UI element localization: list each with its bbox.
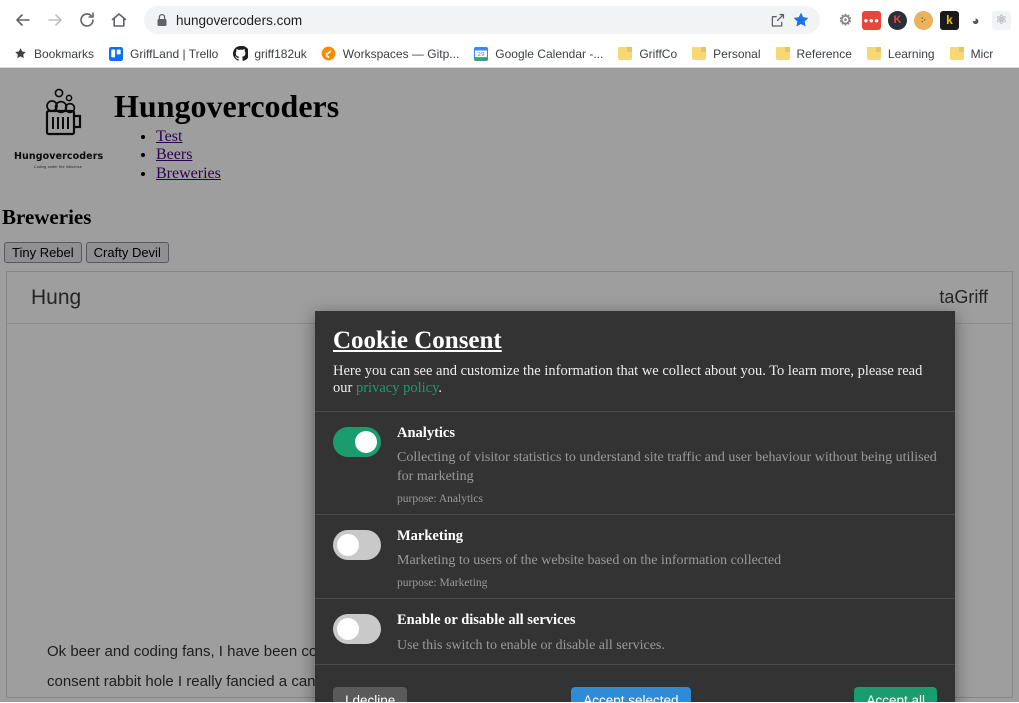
bookmark-label: Micr <box>970 46 994 61</box>
bookmark-folder-learning[interactable]: Learning <box>860 43 943 65</box>
folder-icon <box>691 46 707 62</box>
folder-icon <box>775 46 791 62</box>
page-viewport: Hungovercoders Coding under the influenc… <box>0 68 1019 702</box>
extension-icons: ⚙ ●●● K ∶∙ k ◕ ⚛ <box>830 10 1011 30</box>
bookmark-griffland-trello[interactable]: GriffLand | Trello <box>102 43 226 65</box>
cookie-extension-icon[interactable]: ∶∙ <box>914 10 933 30</box>
address-bar[interactable]: hungovercoders.com <box>144 6 820 34</box>
red-dots-extension-icon[interactable]: ●●● <box>862 10 881 30</box>
bookmark-workspaces-gitpod[interactable]: Workspaces — Gitp... <box>315 43 467 65</box>
service-text: Analytics Collecting of visitor statisti… <box>397 425 937 505</box>
toggle-knob <box>337 618 359 641</box>
service-description-analytics: Collecting of visitor statistics to unde… <box>397 449 937 484</box>
accept-selected-button[interactable]: Accept selected <box>571 686 691 702</box>
share-icon[interactable] <box>769 12 786 29</box>
folder-icon <box>617 46 633 62</box>
browser-chrome: hungovercoders.com ⚙ ●●● K ∶∙ k ◕ ⚛ Book… <box>0 0 1019 68</box>
bookmarks-bar: Bookmarks GriffLand | Trello griff182uk <box>0 40 1019 68</box>
bookmark-label: GriffLand | Trello <box>130 46 219 61</box>
all-services-description: Use this switch to enable or disable all… <box>397 637 665 653</box>
service-row-analytics: Analytics Collecting of visitor statisti… <box>315 412 955 515</box>
service-description-marketing: Marketing to users of the website based … <box>397 553 782 569</box>
address-bar-url: hungovercoders.com <box>176 12 303 28</box>
bookmark-label: Workspaces — Gitp... <box>342 46 460 61</box>
bookmark-label: Learning <box>887 46 935 61</box>
reload-icon[interactable] <box>72 5 102 35</box>
github-icon <box>232 46 248 62</box>
bookmark-folder-griffco[interactable]: GriffCo <box>611 43 685 65</box>
accept-all-button[interactable]: Accept all <box>854 686 937 702</box>
service-name-marketing: Marketing <box>397 527 464 544</box>
bookmark-label: Google Calendar -... <box>495 46 604 61</box>
bookmark-google-calendar[interactable]: 29 Google Calendar -... <box>467 43 611 65</box>
bookmark-label: Personal <box>713 46 761 61</box>
folder-icon <box>866 46 882 62</box>
bookmark-folder-micr[interactable]: Micr <box>943 43 1002 65</box>
service-text: Marketing Marketing to users of the webs… <box>397 528 937 589</box>
bookmark-folder-personal[interactable]: Personal <box>685 43 768 65</box>
decline-button[interactable]: I decline <box>333 686 408 702</box>
cookie-dialog-buttons: I decline Accept selected Accept all <box>333 686 937 702</box>
service-text: Enable or disable all services Use this … <box>397 612 937 654</box>
bookmark-folder-reference[interactable]: Reference <box>769 43 860 65</box>
service-purpose-marketing: purpose: Marketing <box>397 577 488 590</box>
cookie-description-period: . <box>438 379 442 396</box>
lock-icon <box>156 13 168 27</box>
react-extension-icon[interactable]: ⚛ <box>992 10 1011 30</box>
service-name-analytics: Analytics <box>397 424 455 441</box>
service-purpose-analytics: purpose: Analytics <box>397 492 483 505</box>
bookmark-label: Reference <box>796 46 852 61</box>
toggle-knob <box>355 430 377 453</box>
folder-icon <box>949 46 965 62</box>
bookmark-bookmarks[interactable]: Bookmarks <box>6 43 102 65</box>
cookie-dialog-title: Cookie Consent <box>333 327 502 354</box>
gitpod-icon <box>321 46 337 62</box>
cookie-dialog-footer: I decline Accept selected Accept all Rea… <box>315 677 955 702</box>
star-filled-icon[interactable] <box>792 11 810 29</box>
service-row-all-services: Enable or disable all services Use this … <box>315 599 955 665</box>
privacy-policy-link[interactable]: privacy policy <box>356 380 438 396</box>
star-icon <box>12 46 28 62</box>
cookie-dialog-header: Cookie Consent Here you can see and cust… <box>315 311 955 412</box>
all-services-toggle[interactable] <box>333 614 381 645</box>
back-arrow-icon[interactable] <box>8 5 38 35</box>
svg-text:29: 29 <box>478 52 486 58</box>
cookie-consent-dialog: Cookie Consent Here you can see and cust… <box>315 311 955 702</box>
k-square-extension-icon[interactable]: k <box>940 10 959 30</box>
google-calendar-icon: 29 <box>473 46 489 62</box>
bookmark-label: griff182uk <box>254 46 307 61</box>
bookmark-griff182uk[interactable]: griff182uk <box>226 43 314 65</box>
all-services-label: Enable or disable all services <box>397 612 576 629</box>
raccoon-extension-icon[interactable]: ◕ <box>966 10 985 30</box>
analytics-toggle[interactable] <box>333 426 381 457</box>
trello-icon <box>108 46 124 62</box>
cookie-dialog-description: Here you can see and customize the infor… <box>333 363 937 397</box>
home-icon[interactable] <box>104 5 134 35</box>
k-circle-extension-icon[interactable]: K <box>888 10 907 30</box>
settings-gear-extension-icon[interactable]: ⚙ <box>836 10 855 30</box>
bookmark-label: Bookmarks <box>34 46 95 61</box>
marketing-toggle[interactable] <box>333 529 381 560</box>
forward-arrow-icon[interactable] <box>40 5 70 35</box>
cookie-dialog-body: Analytics Collecting of visitor statisti… <box>315 412 955 677</box>
browser-toolbar: hungovercoders.com ⚙ ●●● K ∶∙ k ◕ ⚛ <box>0 0 1019 40</box>
service-row-marketing: Marketing Marketing to users of the webs… <box>315 515 955 600</box>
toggle-knob <box>337 533 359 556</box>
bookmark-label: GriffCo <box>639 46 678 61</box>
